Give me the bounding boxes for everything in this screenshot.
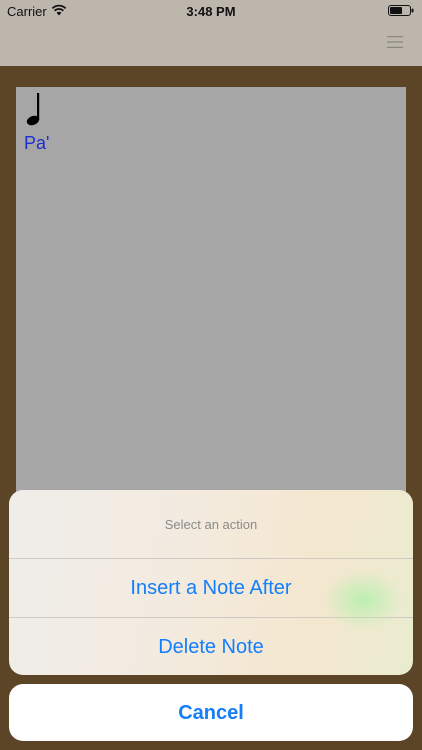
delete-note-button[interactable]: Delete Note — [9, 618, 413, 675]
insert-note-after-button[interactable]: Insert a Note After — [9, 559, 413, 617]
status-bar: Carrier 3:48 PM — [0, 0, 422, 22]
clock-time: 3:48 PM — [186, 4, 236, 19]
hamburger-menu-icon[interactable] — [387, 35, 403, 49]
navigation-bar: Carrier 3:48 PM — [0, 0, 422, 66]
action-sheet: Select an action Insert a Note After Del… — [9, 490, 413, 675]
cancel-button[interactable]: Cancel — [9, 684, 413, 741]
cancel-group: Cancel — [9, 684, 413, 741]
action-sheet-title: Select an action — [164, 517, 258, 532]
app-screen: Carrier 3:48 PM Pa' Select an action Ins… — [0, 0, 422, 750]
battery-icon — [388, 5, 414, 16]
